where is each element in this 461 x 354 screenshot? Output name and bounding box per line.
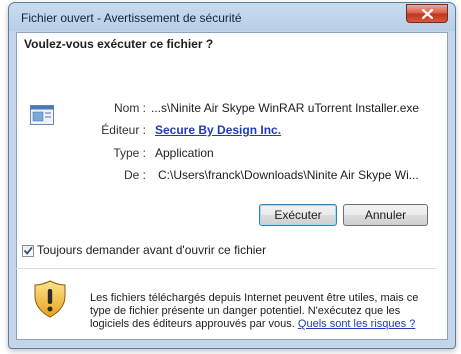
always-ask-label[interactable]: Toujours demander avant d'ouvrir ce fich…	[37, 243, 266, 257]
name-label: Nom :	[113, 101, 146, 115]
type-label: Type :	[113, 146, 146, 160]
divider	[16, 268, 436, 269]
close-x-icon	[422, 9, 433, 19]
title-bar[interactable]: Fichier ouvert - Avertissement de sécuri…	[9, 3, 455, 33]
security-warning-text: Les fichiers téléchargés depuis Internet…	[90, 292, 440, 331]
cancel-button[interactable]: Annuler	[343, 204, 428, 226]
from-label: De :	[123, 168, 146, 182]
publisher-link[interactable]: Secure By Design Inc.	[155, 123, 281, 137]
close-button[interactable]	[406, 4, 448, 23]
risks-link[interactable]: Quels sont les risques ?	[298, 318, 415, 330]
window-title: Fichier ouvert - Avertissement de sécuri…	[21, 11, 242, 25]
security-shield-icon	[34, 280, 66, 318]
name-value: ...s\Ninite Air Skype WinRAR uTorrent In…	[151, 101, 420, 115]
from-value: C:\Users\franck\Downloads\Ninite Air Sky…	[158, 168, 419, 182]
always-ask-checkbox[interactable]	[22, 245, 34, 257]
application-file-icon	[30, 105, 54, 125]
checkmark-icon	[24, 247, 33, 255]
run-button[interactable]: Exécuter	[259, 204, 337, 226]
type-value: Application	[155, 146, 214, 160]
publisher-label: Éditeur :	[101, 123, 146, 137]
dialog-question: Voulez-vous exécuter ce fichier ?	[24, 37, 214, 51]
